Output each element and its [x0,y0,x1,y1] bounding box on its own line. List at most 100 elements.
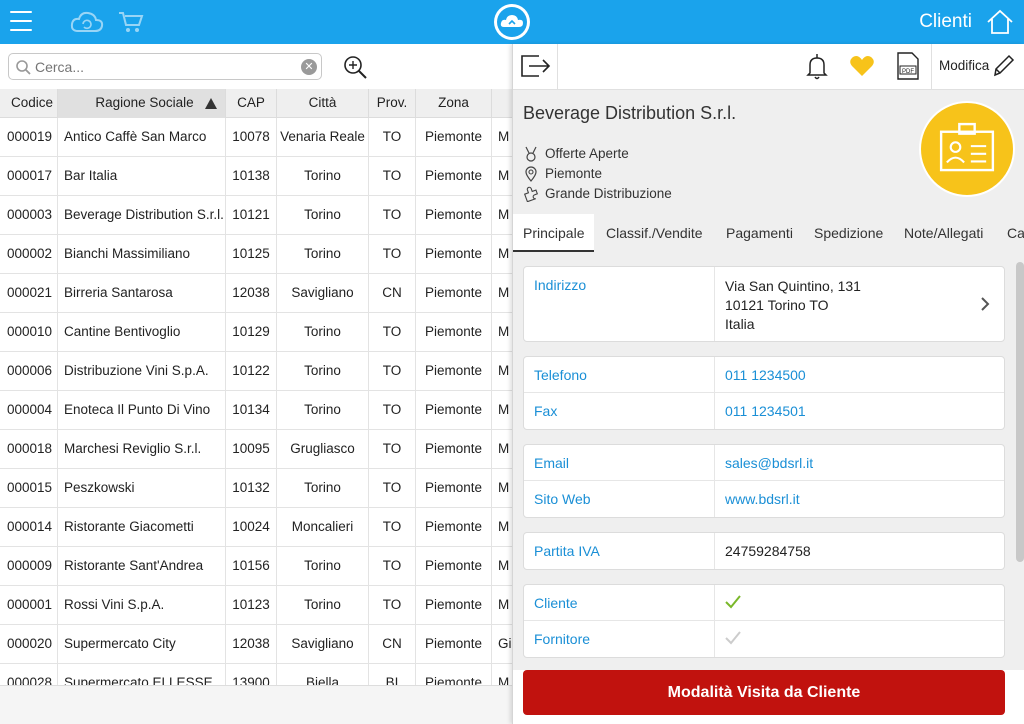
search-input[interactable] [35,57,295,77]
table-row[interactable]: 000019 Antico Caffè San Marco 10078 Venaria… [0,118,512,157]
cell-cap: 10125 [226,235,277,273]
cell-codice: 000010 [0,313,58,351]
cell-zona: Piemonte [416,118,492,156]
email-row[interactable]: Email sales@bdsrl.it [524,445,1004,481]
cell-codice: 000017 [0,157,58,195]
column-header-more[interactable] [492,89,512,118]
cell-cap: 10134 [226,391,277,429]
tab-principale[interactable]: Principale [513,214,595,252]
table-row[interactable]: 000003 Beverage Distribution S.r.l. 10121 T… [0,196,512,235]
address-card[interactable]: Indirizzo Via San Quintino, 131 10121 To… [523,266,1005,342]
cell-cap: 10138 [226,157,277,195]
table-row[interactable]: 000028 Supermercato ELLESSE 13900 Biella BI P… [0,664,512,685]
cell-codice: 000002 [0,235,58,273]
cell-cap: 13900 [226,664,277,685]
table-row[interactable]: 000020 Supermercato City 12038 Savigliano CN… [0,625,512,664]
pdf-icon[interactable]: PDF [894,52,920,80]
app-logo[interactable] [494,4,530,40]
zoom-search-icon[interactable] [342,54,368,80]
table-row[interactable]: 000014 Ristorante Giacometti 10024 Moncalie… [0,508,512,547]
edit-button[interactable]: Modifica [939,58,989,73]
column-header-prov[interactable]: Prov. [369,89,416,118]
column-header-cap[interactable]: CAP [226,89,277,118]
cell-ragione-sociale: Beverage Distribution S.r.l. [58,196,226,234]
cell-prov: TO [369,196,416,234]
cell-citta: Savigliano [277,625,369,663]
cell-more: M [498,480,510,495]
website-value[interactable]: www.bdsrl.it [714,481,1006,517]
cloud-sync-icon[interactable] [70,9,104,35]
phone-value[interactable]: 011 1234500 [714,357,1006,392]
cell-ragione-sociale: Peszkowski [58,469,226,507]
tag-label: Grande Distribuzione [545,186,672,201]
cell-citta: Torino [277,235,369,273]
tag-label: Offerte Aperte [545,146,629,161]
table-row[interactable]: 000018 Marchesi Reviglio S.r.l. 10095 Grugl… [0,430,512,469]
cell-codice: 000019 [0,118,58,156]
cell-citta: Moncalieri [277,508,369,546]
detail-scrollbar[interactable] [1015,252,1024,670]
clear-search-icon[interactable]: ✕ [301,59,317,75]
location-pin-icon [525,166,537,182]
address-line: Via San Quintino, 131 [725,278,861,294]
table-row[interactable]: 000009 Ristorante Sant'Andrea 10156 Torino T… [0,547,512,586]
page-title: Clienti [919,11,972,32]
home-icon[interactable] [986,9,1014,35]
column-header-ragione-sociale[interactable]: Ragione Sociale [58,89,226,118]
hamburger-menu-icon[interactable] [10,11,32,31]
cell-codice: 000028 [0,664,58,685]
fornitore-label: Fornitore [534,631,591,647]
cell-codice: 000003 [0,196,58,234]
cell-ragione-sociale: Bar Italia [58,157,226,195]
table-row[interactable]: 000017 Bar Italia 10138 Torino TO Piemonte M [0,157,512,196]
tab-note-allegati[interactable]: Note/Allegati [904,214,983,252]
tab-pagamenti[interactable]: Pagamenti [726,214,793,252]
cell-zona: Piemonte [416,352,492,390]
cell-cap: 10123 [226,586,277,624]
table-row[interactable]: 000006 Distribuzione Vini S.p.A. 10122 Tori… [0,352,512,391]
bell-add-icon[interactable] [805,53,829,81]
column-header-zona[interactable]: Zona [416,89,492,118]
customer-name: Beverage Distribution S.r.l. [523,103,737,123]
tab-classif-vendite[interactable]: Classif./Vendite [606,214,703,252]
tab-more[interactable]: Ca [1007,214,1024,252]
cell-more: M [498,519,510,534]
cell-ragione-sociale: Distribuzione Vini S.p.A. [58,352,226,390]
cell-citta: Torino [277,547,369,585]
table-row[interactable]: 000015 Peszkowski 10132 Torino TO Piemonte M [0,469,512,508]
table-row[interactable]: 000004 Enoteca Il Punto Di Vino 10134 Torin… [0,391,512,430]
tab-spedizione[interactable]: Spedizione [814,214,883,252]
customer-visit-mode-button[interactable]: Modalità Visita da Cliente [523,670,1005,715]
table-row[interactable]: 000010 Cantine Bentivoglio 10129 Torino TO Pi… [0,313,512,352]
vat-value: 24759284758 [714,533,1006,569]
close-panel-icon[interactable] [519,53,551,79]
toolbar-divider [557,44,558,90]
fax-row[interactable]: Fax 011 1234501 [524,393,1004,429]
toolbar-divider [931,44,932,90]
cell-prov: TO [369,430,416,468]
table-row[interactable]: 000002 Bianchi Massimiliano 10125 Torino TO P… [0,235,512,274]
cell-zona: Piemonte [416,157,492,195]
address-row[interactable]: Indirizzo Via San Quintino, 131 10121 To… [524,267,1004,341]
website-row[interactable]: Sito Web www.bdsrl.it [524,481,1004,517]
fax-label: Fax [534,403,558,419]
fax-value[interactable]: 011 1234501 [714,393,1006,429]
table-row[interactable]: 000001 Rossi Vini S.p.A. 10123 Torino TO Piem… [0,586,512,625]
scrollbar-thumb[interactable] [1016,262,1024,562]
favorite-heart-icon[interactable] [849,55,875,77]
email-value[interactable]: sales@bdsrl.it [714,445,1006,480]
cell-codice: 000015 [0,469,58,507]
cell-cap: 12038 [226,274,277,312]
pencil-icon[interactable] [991,53,1015,79]
cell-ragione-sociale: Cantine Bentivoglio [58,313,226,351]
phone-row[interactable]: Telefono 011 1234500 [524,357,1004,393]
shopping-cart-icon[interactable] [118,11,144,33]
chevron-right-icon[interactable] [980,297,990,311]
address-line: 10121 Torino TO [725,297,829,313]
column-header-citta[interactable]: Città [277,89,369,118]
table-row[interactable]: 000021 Birreria Santarosa 12038 Savigliano C… [0,274,512,313]
table-body: 000019 Antico Caffè San Marco 10078 Venaria… [0,118,512,685]
cell-codice: 000018 [0,430,58,468]
address-line: Italia [725,316,755,332]
column-header-codice[interactable]: Codice [0,89,58,118]
